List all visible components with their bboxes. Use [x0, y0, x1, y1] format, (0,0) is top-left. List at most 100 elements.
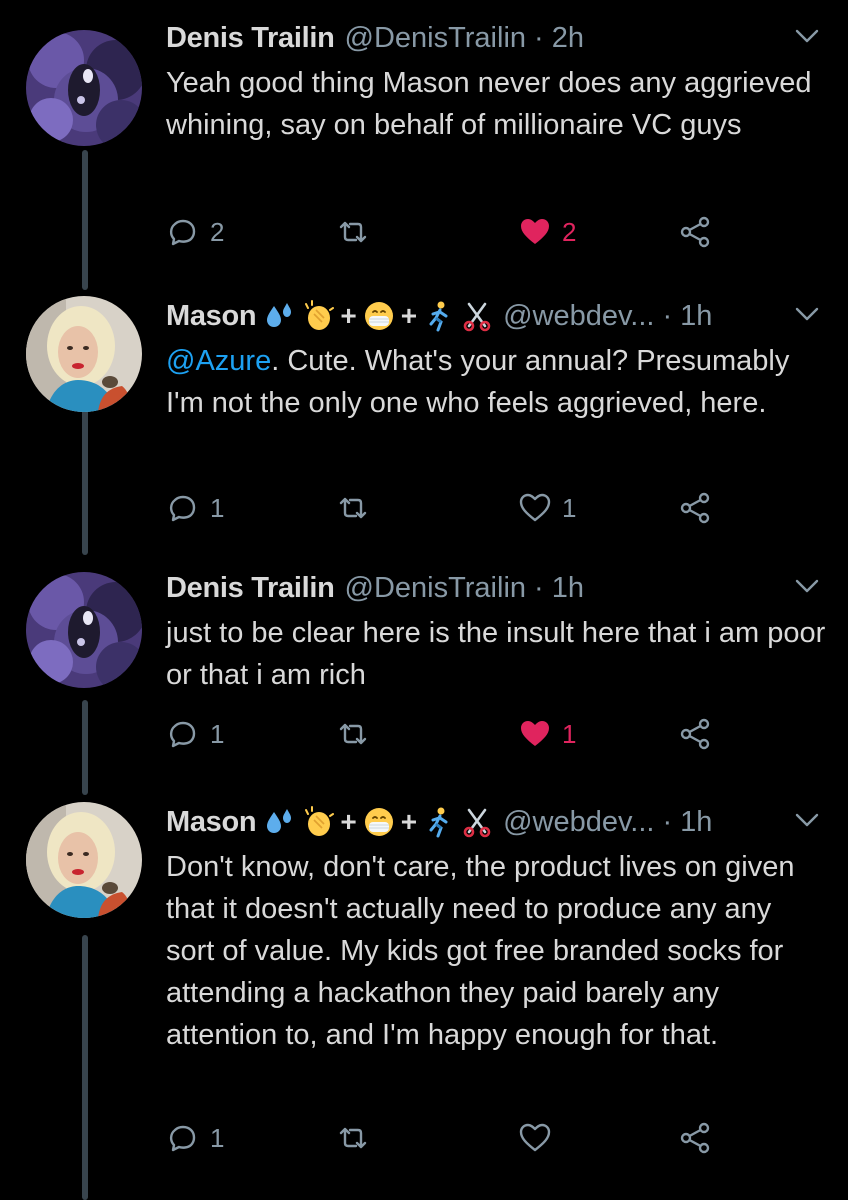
- timestamp[interactable]: 1h: [680, 296, 712, 336]
- clapping-hands-icon: [305, 300, 335, 330]
- user-handle[interactable]: @webdev...: [503, 802, 654, 842]
- reply-icon: [169, 219, 196, 246]
- retweet-icon: [339, 723, 367, 745]
- like-count: 1: [562, 492, 577, 523]
- tweet-actions: 1 1: [166, 714, 726, 754]
- mention-link[interactable]: @Azure: [166, 345, 271, 377]
- tweet-text: @Azure. Cute. What's your annual? Presum…: [166, 340, 826, 424]
- name-emoji-row: + +: [264, 296, 493, 336]
- tweet-header: Denis Trailin @DenisTrailin · 2h: [166, 18, 818, 58]
- share-icon: [680, 216, 710, 248]
- share-icon: [680, 718, 710, 750]
- like-button[interactable]: [518, 1118, 552, 1158]
- avatar[interactable]: [26, 30, 142, 146]
- plus-sign: +: [340, 300, 357, 331]
- display-name[interactable]: Mason: [166, 296, 257, 336]
- retweet-button[interactable]: [336, 212, 370, 252]
- reply-button[interactable]: 2: [166, 212, 224, 252]
- retweet-icon: [339, 497, 367, 519]
- tweet-header: Mason + + @webdev... · 1h: [166, 296, 818, 336]
- user-handle[interactable]: @DenisTrailin: [345, 18, 526, 58]
- share-button[interactable]: [678, 212, 712, 252]
- tweet-text: Don't know, don't care, the product live…: [166, 851, 795, 1051]
- avatar[interactable]: [26, 296, 142, 412]
- medical-mask-face-icon: [364, 302, 393, 330]
- display-name[interactable]: Denis Trailin: [166, 568, 335, 608]
- reply-icon: [169, 495, 196, 522]
- purple-rock-avatar: [26, 30, 142, 146]
- user-handle[interactable]: @DenisTrailin: [345, 568, 526, 608]
- timestamp[interactable]: 1h: [552, 568, 584, 608]
- like-count: 2: [562, 216, 577, 247]
- blonde-person-avatar: [26, 296, 142, 412]
- clapping-hands-icon: [305, 806, 335, 836]
- sweat-droplets-icon: [267, 303, 292, 327]
- share-button[interactable]: [678, 1118, 712, 1158]
- like-button[interactable]: 1: [518, 488, 576, 528]
- share-icon: [680, 492, 710, 524]
- tweet-header: Denis Trailin @DenisTrailin · 1h: [166, 568, 818, 608]
- timestamp[interactable]: 2h: [552, 18, 584, 58]
- separator-dot: ·: [662, 806, 673, 838]
- reply-icon: [169, 1125, 196, 1152]
- user-handle[interactable]: @webdev...: [503, 296, 654, 336]
- chevron-down-icon[interactable]: [794, 26, 820, 46]
- heart-filled-icon: [521, 721, 549, 746]
- display-name[interactable]: Mason: [166, 802, 257, 842]
- tweet[interactable]: Mason + + @webdev... · 1h Don't know, do…: [0, 802, 848, 1182]
- retweet-icon: [339, 221, 367, 243]
- reply-button[interactable]: 1: [166, 1118, 224, 1158]
- reply-count: 2: [210, 216, 225, 247]
- chevron-down-icon[interactable]: [794, 810, 820, 830]
- tweet[interactable]: Denis Trailin @DenisTrailin · 1h just to…: [0, 568, 848, 768]
- separator-dot: ·: [662, 300, 673, 332]
- name-emoji-row: + +: [264, 802, 493, 842]
- like-button[interactable]: 2: [518, 212, 576, 252]
- separator-dot: ·: [534, 22, 544, 54]
- avatar[interactable]: [26, 802, 142, 918]
- reply-count: 1: [210, 718, 225, 749]
- tweet-header: Mason + + @webdev... · 1h: [166, 802, 818, 842]
- retweet-button[interactable]: [336, 488, 370, 528]
- share-icon: [680, 1122, 710, 1154]
- reply-button[interactable]: 1: [166, 714, 224, 754]
- heart-outline-icon: [519, 1123, 551, 1152]
- chevron-down-icon[interactable]: [794, 304, 820, 324]
- reply-count: 1: [210, 1122, 225, 1153]
- plus-sign: +: [340, 806, 357, 837]
- tweet[interactable]: Mason + + @webdev... · 1h @Azure. Cute. …: [0, 296, 848, 536]
- share-button[interactable]: [678, 714, 712, 754]
- scissors-icon: [463, 302, 491, 332]
- chevron-down-icon[interactable]: [794, 576, 820, 596]
- retweet-button[interactable]: [336, 714, 370, 754]
- tweet[interactable]: Denis Trailin @DenisTrailin · 2h Yeah go…: [0, 18, 848, 258]
- avatar[interactable]: [26, 572, 142, 688]
- medical-mask-face-icon: [364, 808, 393, 836]
- separator-dot: ·: [534, 572, 544, 604]
- display-name[interactable]: Denis Trailin: [166, 18, 335, 58]
- scissors-icon: [463, 808, 491, 838]
- person-running-icon: [429, 301, 448, 332]
- tweet-text: just to be clear here is the insult here…: [166, 617, 826, 691]
- person-running-icon: [429, 807, 448, 838]
- plus-sign: +: [400, 300, 418, 331]
- tweet-actions: 1 1: [166, 488, 726, 528]
- timestamp[interactable]: 1h: [680, 802, 712, 842]
- sweat-droplets-icon: [267, 809, 292, 833]
- tweet-text: Yeah good thing Mason never does any agg…: [166, 67, 812, 141]
- retweet-icon: [339, 1127, 367, 1149]
- reply-icon: [169, 721, 196, 748]
- like-button[interactable]: 1: [518, 714, 576, 754]
- purple-rock-avatar: [26, 572, 142, 688]
- reply-button[interactable]: 1: [166, 488, 224, 528]
- reply-count: 1: [210, 492, 225, 523]
- tweet-actions: 2 2: [166, 212, 726, 252]
- heart-outline-icon: [519, 493, 551, 522]
- share-button[interactable]: [678, 488, 712, 528]
- plus-sign: +: [400, 806, 418, 837]
- heart-filled-icon: [521, 219, 549, 244]
- tweet-actions: 1: [166, 1118, 726, 1158]
- like-count: 1: [562, 718, 577, 749]
- blonde-person-avatar: [26, 802, 142, 918]
- retweet-button[interactable]: [336, 1118, 370, 1158]
